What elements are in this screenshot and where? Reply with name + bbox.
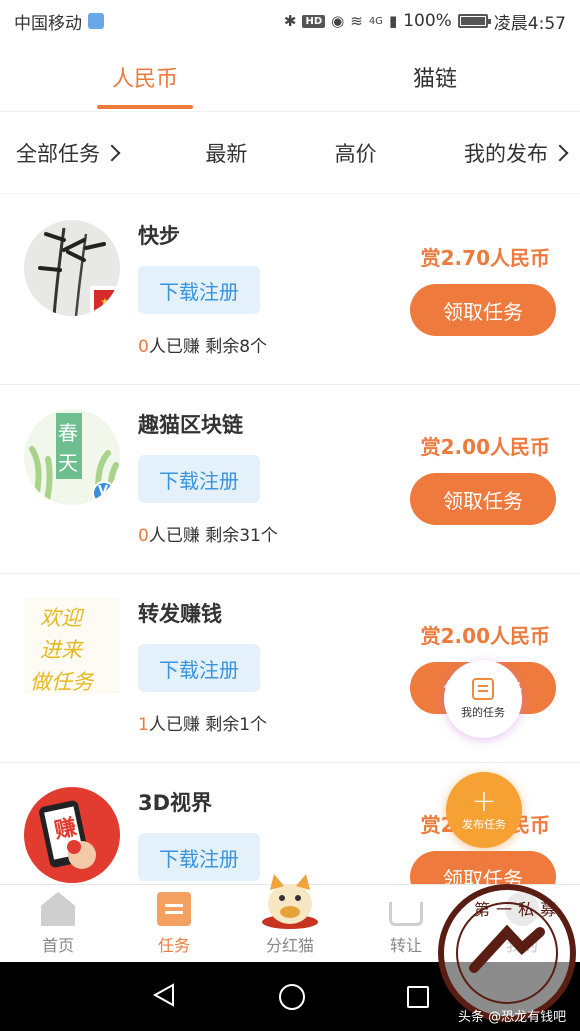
earned-count: 0 bbox=[138, 526, 149, 546]
post-task-label: 发布任务 bbox=[462, 818, 506, 831]
profile-icon bbox=[505, 892, 539, 926]
welcome-line-1: 欢迎 bbox=[40, 606, 82, 630]
back-icon[interactable] bbox=[151, 982, 177, 1012]
download-register-button[interactable]: 下载注册 bbox=[138, 644, 260, 692]
filter-latest-label: 最新 bbox=[205, 141, 248, 166]
task-reward: 赏2.00人民币 bbox=[420, 435, 550, 459]
lucky-cat-icon bbox=[258, 872, 322, 930]
battery-percent: 100% bbox=[403, 11, 452, 31]
nav-dividend-cat[interactable]: 分红猫 bbox=[232, 874, 348, 962]
filter-bar: 全部任务 最新 高价 我的发布 bbox=[0, 112, 580, 194]
spring-char-1: 春 bbox=[58, 421, 78, 445]
wifi-icon: ≋ bbox=[350, 12, 363, 30]
earned-count: 1 bbox=[138, 715, 149, 735]
nav-mine[interactable]: 我的 bbox=[464, 885, 580, 962]
download-register-button[interactable]: 下载注册 bbox=[138, 455, 260, 503]
chevron-right-icon bbox=[551, 144, 569, 161]
nav-home[interactable]: 首页 bbox=[0, 885, 116, 962]
task-reward: 赏2.00人民币 bbox=[420, 624, 550, 648]
recent-apps-icon[interactable] bbox=[407, 985, 429, 1008]
claim-task-button[interactable]: 领取任务 bbox=[410, 284, 556, 336]
post-task-fab[interactable]: + 发布任务 bbox=[446, 772, 522, 848]
my-tasks-label: 我的任务 bbox=[461, 706, 505, 719]
filter-my-posts[interactable]: 我的发布 bbox=[463, 138, 569, 168]
task-thumbnail-spring: 春 天 V bbox=[24, 409, 120, 505]
stats-text: 人已赚 剩余1个 bbox=[148, 715, 268, 735]
carrier-name: 中国移动 bbox=[14, 13, 82, 34]
bluetooth-icon: ✱ bbox=[283, 12, 297, 30]
tab-rmb[interactable]: 人民币 bbox=[0, 42, 290, 111]
chevron-right-icon bbox=[103, 144, 121, 161]
welcome-line-3: 做任务 bbox=[30, 670, 93, 694]
task-stats: 0人已赚 剩余31个 bbox=[138, 521, 278, 546]
claim-task-button[interactable]: 领取任务 bbox=[410, 473, 556, 525]
task-title: 转发赚钱 bbox=[138, 602, 222, 626]
nav-dividend-cat-label: 分红猫 bbox=[265, 936, 314, 955]
svg-text:★: ★ bbox=[101, 297, 110, 308]
task-title: 快步 bbox=[138, 224, 180, 248]
task-thumbnail-welcome: 欢迎 进来 做任务 bbox=[24, 598, 120, 694]
network-type: 4G bbox=[368, 15, 383, 27]
filter-all-tasks[interactable]: 全部任务 bbox=[16, 138, 121, 168]
task-card[interactable]: 春 天 V 趣猫区块链 下载注册 0人已赚 剩余31个 赏2.00人民币 领取任… bbox=[0, 385, 580, 574]
stats-text: 人已赚 剩余8个 bbox=[148, 337, 268, 357]
tab-catchain[interactable]: 猫链 bbox=[290, 42, 580, 111]
currency-tabs: 人民币 猫链 bbox=[0, 42, 580, 112]
download-register-button[interactable]: 下载注册 bbox=[138, 266, 260, 314]
bottom-nav: 首页 任务 分红猫 转让 我的 bbox=[0, 874, 580, 962]
carrier-app-icon bbox=[88, 13, 104, 29]
filter-all-tasks-label: 全部任务 bbox=[16, 141, 100, 166]
nav-transfer[interactable]: 转让 bbox=[348, 885, 464, 962]
task-title: 3D视界 bbox=[138, 791, 213, 815]
welcome-line-2: 进来 bbox=[40, 638, 82, 662]
plus-icon: + bbox=[471, 784, 497, 819]
verified-badge: V bbox=[98, 484, 109, 499]
task-card[interactable]: ★ 快步 下载注册 0人已赚 剩余8个 赏2.70人民币 领取任务 bbox=[0, 196, 580, 385]
nav-tasks-label: 任务 bbox=[157, 936, 190, 955]
nav-tasks[interactable]: 任务 bbox=[116, 885, 232, 962]
tab-rmb-label: 人民币 bbox=[111, 66, 178, 92]
signal-icon: ▮ bbox=[388, 12, 398, 30]
filter-latest[interactable]: 最新 bbox=[205, 138, 247, 168]
earned-count: 0 bbox=[138, 337, 149, 357]
nav-transfer-label: 转让 bbox=[389, 936, 422, 955]
filter-high-price-label: 高价 bbox=[334, 141, 377, 166]
filter-high-price[interactable]: 高价 bbox=[335, 138, 377, 168]
task-thumbnail-bamboo: ★ bbox=[24, 220, 120, 316]
home-circle-icon[interactable] bbox=[279, 983, 305, 1010]
cart-icon bbox=[389, 902, 423, 926]
task-title: 趣猫区块链 bbox=[138, 413, 243, 437]
my-tasks-fab[interactable]: 我的任务 bbox=[444, 660, 522, 738]
tab-catchain-label: 猫链 bbox=[412, 66, 457, 92]
task-reward: 赏2.70人民币 bbox=[420, 246, 550, 270]
watermark-credit: 头条 @恐龙有钱吧 bbox=[458, 1010, 567, 1025]
download-register-button[interactable]: 下载注册 bbox=[138, 833, 260, 881]
task-list-icon bbox=[157, 892, 191, 926]
eye-comfort-icon: ◉ bbox=[331, 12, 345, 30]
hd-badge: HD bbox=[302, 14, 326, 28]
spring-char-2: 天 bbox=[58, 451, 78, 475]
claim-task-button[interactable]: 领取任务 bbox=[410, 851, 556, 884]
home-icon bbox=[41, 892, 75, 926]
status-bar: 中国移动 ✱ HD ◉ ≋ 4G ▮ 100% 凌晨4:57 bbox=[0, 0, 580, 42]
task-list-icon bbox=[472, 678, 494, 700]
nav-mine-label: 我的 bbox=[505, 936, 538, 955]
clock: 凌晨4:57 bbox=[493, 13, 566, 34]
task-stats: 0人已赚 剩余8个 bbox=[138, 332, 267, 357]
nav-home-label: 首页 bbox=[41, 936, 74, 955]
filter-my-posts-label: 我的发布 bbox=[463, 141, 548, 166]
active-tab-indicator bbox=[97, 105, 193, 109]
battery-icon bbox=[457, 14, 491, 28]
task-stats: 1人已赚 剩余1个 bbox=[138, 710, 267, 735]
stats-text: 人已赚 剩余31个 bbox=[148, 526, 278, 546]
task-thumbnail-3d: 赚 bbox=[24, 787, 120, 883]
